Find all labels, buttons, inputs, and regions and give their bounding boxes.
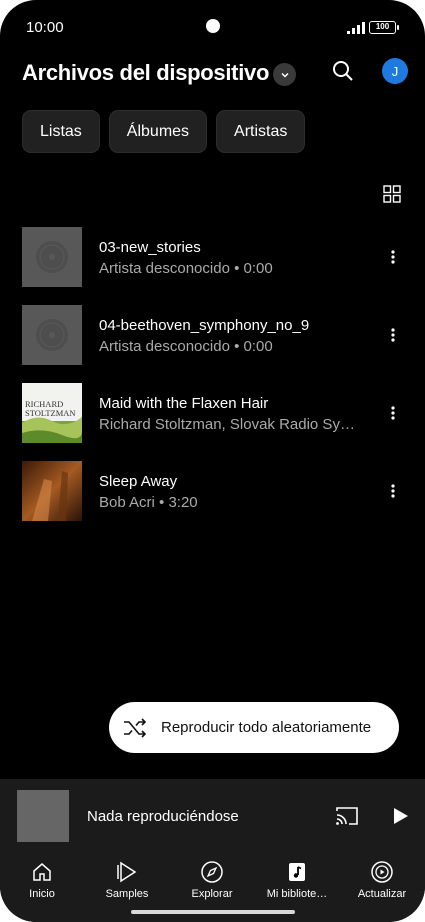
cast-icon[interactable] xyxy=(335,805,359,827)
track-row[interactable]: RICHARD STOLTZMAN Maid with the Flaxen H… xyxy=(0,378,425,456)
title-dropdown-button[interactable] xyxy=(273,63,296,86)
track-row[interactable]: Sleep Away Bob Acri • 3:20 xyxy=(0,456,425,534)
track-row[interactable]: 03-new_stories Artista desconocido • 0:0… xyxy=(0,222,425,300)
track-title: 03-new_stories xyxy=(99,239,201,256)
chip-albumes[interactable]: Álbumes xyxy=(108,110,208,153)
shuffle-all-label: Reproducir todo aleatoriamente xyxy=(161,719,372,736)
nav-label: Inicio xyxy=(29,888,55,900)
battery-icon: 100 xyxy=(369,21,399,34)
nav-label: Mi bibliote… xyxy=(266,888,328,900)
samples-icon xyxy=(117,861,137,883)
album-art-thumbnail: RICHARD STOLTZMAN xyxy=(22,383,82,443)
home-icon xyxy=(33,863,51,881)
library-icon xyxy=(289,863,305,881)
track-subtitle: Bob Acri • 3:20 xyxy=(99,494,198,511)
album-art-sleep-away xyxy=(22,461,82,521)
search-icon xyxy=(333,61,353,81)
mini-player-thumbnail xyxy=(17,790,69,842)
nav-explorar[interactable]: Explorar xyxy=(170,860,254,906)
album-art-stoltzman: RICHARD STOLTZMAN xyxy=(22,383,82,443)
front-camera xyxy=(206,19,220,33)
app-header: Archivos del dispositivo J xyxy=(0,52,425,96)
disc-icon xyxy=(36,241,68,273)
more-vert-icon xyxy=(391,406,395,420)
search-button[interactable] xyxy=(330,58,356,84)
nav-label: Explorar xyxy=(191,888,233,900)
explore-icon xyxy=(201,861,223,883)
album-art-thumbnail xyxy=(22,461,82,521)
bottom-navigation: Inicio Samples Explorar Mi bibliote… Act… xyxy=(0,854,425,922)
home-indicator[interactable] xyxy=(131,910,295,914)
more-options-button[interactable] xyxy=(383,480,403,502)
nav-inicio[interactable]: Inicio xyxy=(0,860,84,906)
nav-actualizar[interactable]: Actualizar xyxy=(340,860,424,906)
play-icon[interactable] xyxy=(390,806,410,826)
mini-player-title: Nada reproduciéndose xyxy=(87,808,239,825)
track-title: Sleep Away xyxy=(99,473,178,490)
nav-mi-biblioteca[interactable]: Mi bibliote… xyxy=(255,860,339,906)
album-art-text: STOLTZMAN xyxy=(25,408,76,418)
nav-label: Actualizar xyxy=(357,888,407,900)
account-avatar[interactable]: J xyxy=(382,58,408,84)
phone-screen: 10:00 100 Archivos del dispositivo J Lis… xyxy=(0,0,425,922)
more-options-button[interactable] xyxy=(383,324,403,346)
track-title: Maid with the Flaxen Hair xyxy=(99,395,269,412)
status-time: 10:00 xyxy=(26,19,64,36)
page-title[interactable]: Archivos del dispositivo xyxy=(22,60,269,86)
more-options-button[interactable] xyxy=(383,246,403,268)
more-options-button[interactable] xyxy=(383,402,403,424)
disc-icon xyxy=(36,319,68,351)
track-list: 03-new_stories Artista desconocido • 0:0… xyxy=(0,222,425,534)
more-vert-icon xyxy=(391,328,395,342)
nav-label: Samples xyxy=(105,888,149,900)
track-subtitle: Richard Stoltzman, Slovak Radio Symphony… xyxy=(99,416,361,433)
chip-artistas[interactable]: Artistas xyxy=(216,110,306,153)
chevron-down-icon xyxy=(280,72,289,78)
track-row[interactable]: 04-beethoven_symphony_no_9 Artista desco… xyxy=(0,300,425,378)
track-subtitle: Artista desconocido • 0:00 xyxy=(99,338,273,355)
disc-thumbnail xyxy=(22,305,82,365)
more-vert-icon xyxy=(391,250,395,264)
shuffle-all-button[interactable]: Reproducir todo aleatoriamente xyxy=(109,702,399,753)
track-title: 04-beethoven_symphony_no_9 xyxy=(99,317,310,334)
signal-icon xyxy=(347,22,365,34)
shuffle-icon xyxy=(124,717,147,738)
disc-thumbnail xyxy=(22,227,82,287)
grid-view-icon[interactable] xyxy=(383,185,401,203)
status-bar: 10:00 100 xyxy=(0,0,425,56)
nav-samples[interactable]: Samples xyxy=(85,860,169,906)
more-vert-icon xyxy=(391,484,395,498)
upgrade-icon xyxy=(371,861,393,883)
track-subtitle: Artista desconocido • 0:00 xyxy=(99,260,273,277)
filter-chips: Listas Álbumes Artistas xyxy=(22,110,306,153)
mini-player[interactable]: Nada reproduciéndose xyxy=(0,779,425,854)
chip-listas[interactable]: Listas xyxy=(22,110,100,153)
